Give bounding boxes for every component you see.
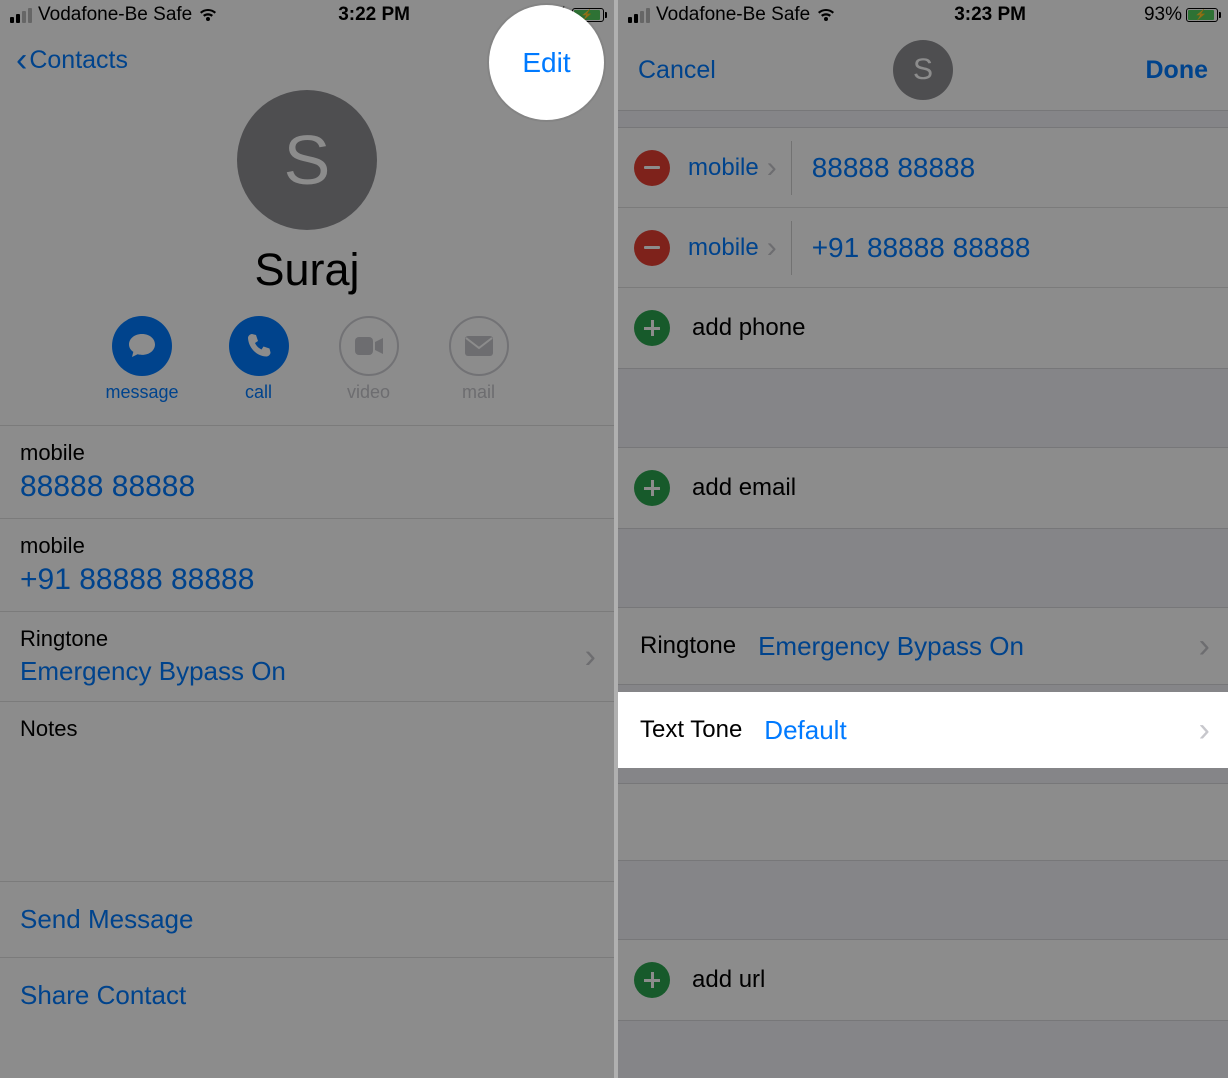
notes-label: Notes — [20, 716, 594, 742]
back-label: Contacts — [29, 46, 128, 75]
call-button[interactable]: call — [229, 316, 289, 403]
ringtone-value: Emergency Bypass On — [20, 656, 594, 687]
phone-edit-row[interactable]: mobile › 88888 88888 — [618, 128, 1228, 208]
phone-number: 88888 88888 — [20, 470, 594, 504]
add-email-label: add email — [692, 474, 796, 502]
edit-label: Edit — [522, 47, 570, 79]
add-url-label: add url — [692, 966, 765, 994]
add-icon — [634, 962, 670, 998]
remove-icon[interactable] — [634, 150, 670, 186]
share-contact-link[interactable]: Share Contact — [0, 958, 614, 1033]
cancel-button[interactable]: Cancel — [638, 56, 716, 85]
signal-icon — [10, 8, 32, 23]
ringtone-label: Ringtone — [20, 626, 594, 652]
phone-edit-row[interactable]: mobile › +91 88888 88888 — [618, 208, 1228, 288]
action-label: call — [245, 382, 272, 403]
phone-label: mobile — [20, 440, 594, 466]
ringtone-row[interactable]: Ringtone Emergency Bypass On — [0, 612, 614, 702]
ringtone-label: Ringtone — [640, 632, 736, 660]
video-button[interactable]: video — [339, 316, 399, 403]
battery-icon: ⚡ — [1186, 8, 1218, 22]
clock-label: 3:22 PM — [218, 4, 530, 26]
phone-row[interactable]: mobile 88888 88888 — [0, 426, 614, 519]
message-icon — [112, 316, 172, 376]
action-label: mail — [462, 382, 495, 403]
mail-button[interactable]: mail — [449, 316, 509, 403]
chevron-right-icon: › — [767, 151, 777, 185]
phone-number: +91 88888 88888 — [20, 563, 594, 597]
carrier-label: Vodafone-Be Safe — [38, 4, 192, 26]
done-button[interactable]: Done — [1146, 56, 1209, 85]
add-url-row[interactable]: add url — [618, 940, 1228, 1020]
phone-number-field[interactable]: +91 88888 88888 — [812, 232, 1031, 264]
message-button[interactable]: message — [105, 316, 178, 403]
phone-row[interactable]: mobile +91 88888 88888 — [0, 519, 614, 612]
add-email-row[interactable]: add email — [618, 448, 1228, 528]
remove-icon[interactable] — [634, 230, 670, 266]
phone-number-field[interactable]: 88888 88888 — [812, 152, 976, 184]
carrier-label: Vodafone-Be Safe — [656, 4, 810, 26]
add-icon — [634, 470, 670, 506]
texttone-row[interactable]: Text Tone Default — [618, 692, 1228, 768]
avatar: S — [237, 90, 377, 230]
mail-icon — [449, 316, 509, 376]
action-label: video — [347, 382, 390, 403]
avatar[interactable]: S — [893, 40, 953, 100]
action-label: message — [105, 382, 178, 403]
phone-icon — [229, 316, 289, 376]
contact-name: Suraj — [254, 244, 359, 296]
phone-type[interactable]: mobile — [688, 154, 759, 182]
chevron-right-icon: › — [767, 231, 777, 265]
edit-button[interactable]: Edit — [489, 5, 604, 120]
add-phone-row[interactable]: add phone — [618, 288, 1228, 368]
phone-label: mobile — [20, 533, 594, 559]
wifi-icon — [198, 7, 218, 23]
back-button[interactable]: ‹ Contacts — [16, 43, 128, 77]
notes-row[interactable]: Notes — [0, 702, 614, 882]
signal-icon — [628, 8, 650, 23]
chevron-left-icon: ‹ — [16, 43, 27, 77]
texttone-label: Text Tone — [640, 716, 742, 744]
texttone-value: Default — [764, 715, 846, 746]
phone-type[interactable]: mobile — [688, 234, 759, 262]
send-message-link[interactable]: Send Message — [0, 882, 614, 958]
ringtone-value: Emergency Bypass On — [758, 631, 1024, 662]
ringtone-row[interactable]: Ringtone Emergency Bypass On — [618, 608, 1228, 684]
video-icon — [339, 316, 399, 376]
wifi-icon — [816, 7, 836, 23]
clock-label: 3:23 PM — [836, 4, 1144, 26]
battery-pct: 93% — [1144, 4, 1182, 26]
add-phone-label: add phone — [692, 314, 805, 342]
add-icon — [634, 310, 670, 346]
